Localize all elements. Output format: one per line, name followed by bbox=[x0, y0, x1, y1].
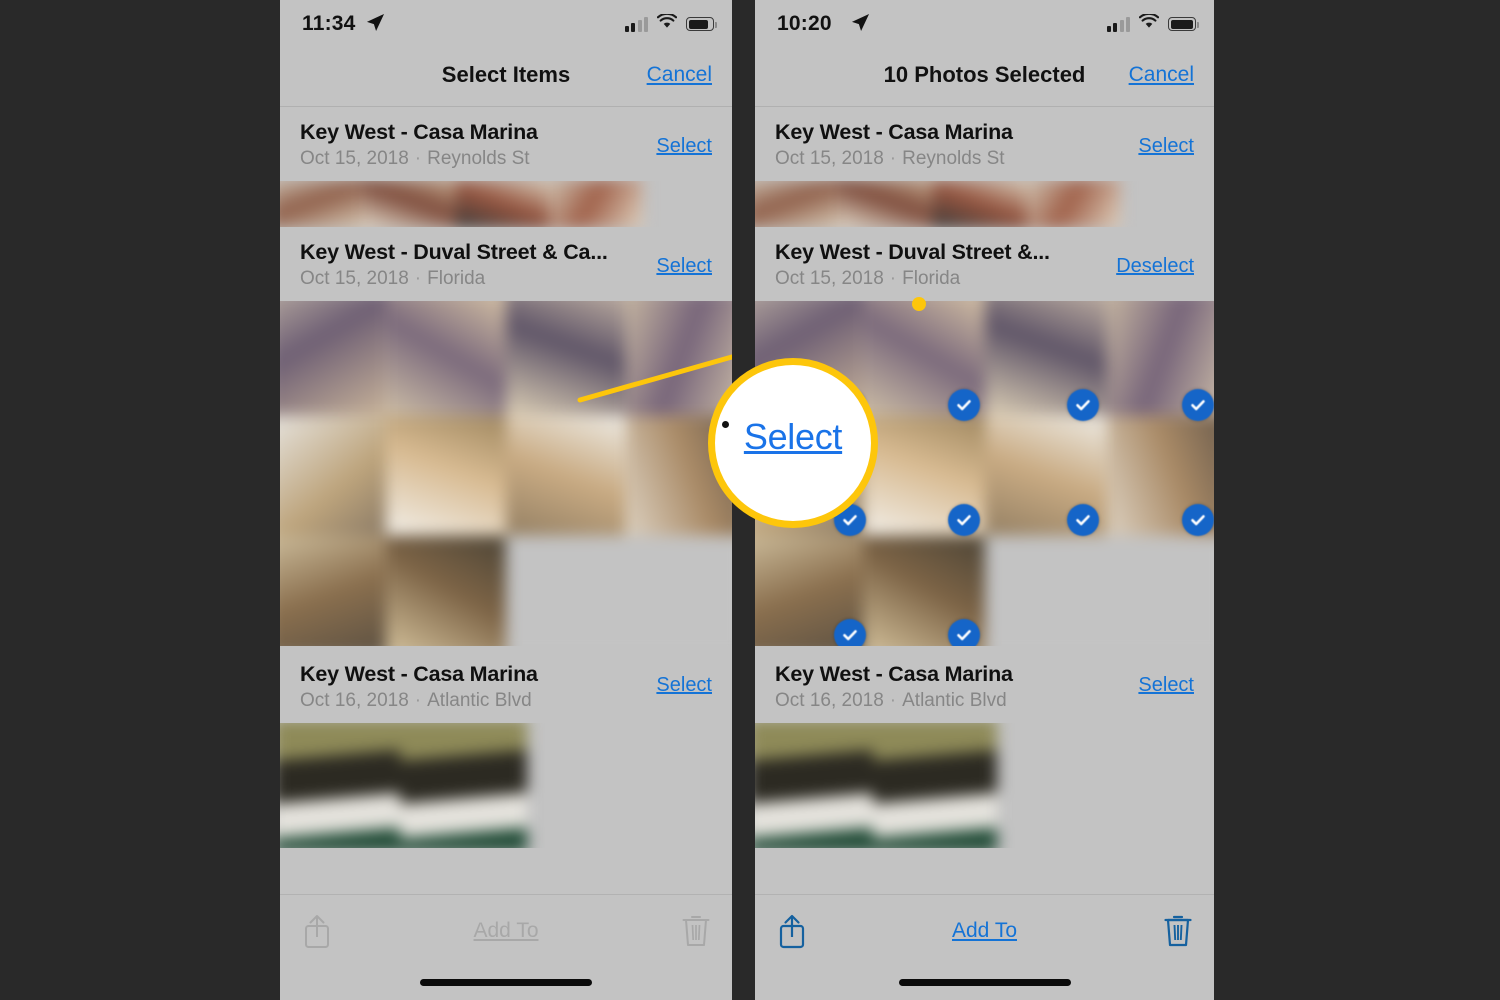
home-indicator bbox=[898, 979, 1071, 986]
moment-header: Key West - Casa Marina Oct 16, 2018 · Atla… bbox=[755, 646, 1214, 723]
moment-date: Oct 16, 2018 bbox=[775, 690, 884, 711]
moment-separator: · bbox=[889, 690, 897, 711]
status-bar-time: 10:20 bbox=[777, 12, 832, 35]
moment-separator: · bbox=[889, 268, 897, 289]
moment-header: Key West - Duval Street & Ca... Oct 15, … bbox=[280, 227, 732, 301]
photo-selected-check-icon[interactable] bbox=[1067, 504, 1099, 536]
moment-place: Florida bbox=[902, 268, 961, 289]
moment-place: Reynolds St bbox=[427, 148, 530, 169]
add-to-button[interactable]: Add To bbox=[755, 919, 1214, 943]
select-moment-button[interactable]: Select bbox=[656, 255, 712, 278]
phone-screenshot-left: 11:34 Select Items Cancel Key West - Cas… bbox=[280, 0, 732, 1000]
photo-selected-check-icon[interactable] bbox=[834, 504, 866, 536]
moment-header: Key West - Casa Marina Oct 15, 2018 · Reyn… bbox=[755, 107, 1214, 181]
photo-selected-check-icon[interactable] bbox=[834, 389, 866, 421]
cancel-button[interactable]: Cancel bbox=[1129, 63, 1194, 87]
moment-header: Key West - Casa Marina Oct 15, 2018 · Reyn… bbox=[280, 107, 732, 181]
select-moment-button[interactable]: Select bbox=[1138, 674, 1194, 697]
location-arrow-icon bbox=[851, 13, 870, 37]
nav-bar: Select Items Cancel bbox=[280, 48, 732, 107]
photo-selected-check-icon[interactable] bbox=[948, 504, 980, 536]
status-bar: 10:20 bbox=[755, 0, 1214, 48]
battery-icon bbox=[686, 17, 717, 31]
moment-separator: · bbox=[414, 690, 422, 711]
moment-separator: · bbox=[414, 268, 422, 289]
moment-date: Oct 15, 2018 bbox=[300, 268, 409, 289]
photo-strip[interactable] bbox=[280, 723, 732, 848]
bottom-toolbar: Add To bbox=[755, 894, 1214, 1000]
nav-bar: 10 Photos Selected Cancel bbox=[755, 48, 1214, 107]
photo-selected-check-icon[interactable] bbox=[948, 389, 980, 421]
photo-grid[interactable] bbox=[280, 301, 732, 646]
wifi-icon bbox=[656, 12, 678, 34]
photo-selected-check-icon[interactable] bbox=[948, 619, 980, 646]
status-bar: 11:34 bbox=[280, 0, 732, 48]
battery-icon bbox=[1168, 17, 1199, 31]
photo-selected-check-icon[interactable] bbox=[1182, 389, 1214, 421]
photo-selected-check-icon[interactable] bbox=[1067, 389, 1099, 421]
moment-place: Atlantic Blvd bbox=[427, 690, 532, 711]
moment-date: Oct 15, 2018 bbox=[775, 148, 884, 169]
moment-date: Oct 16, 2018 bbox=[300, 690, 409, 711]
photo-selected-check-icon[interactable] bbox=[1182, 504, 1214, 536]
moment-place: Florida bbox=[427, 268, 486, 289]
photo-grid[interactable] bbox=[755, 301, 1214, 646]
cancel-button[interactable]: Cancel bbox=[647, 63, 712, 87]
status-bar-indicators bbox=[1106, 12, 1199, 34]
photo-strip[interactable] bbox=[280, 181, 732, 227]
add-to-button[interactable]: Add To bbox=[280, 919, 732, 943]
moment-date: Oct 15, 2018 bbox=[775, 268, 884, 289]
location-arrow-icon bbox=[366, 13, 385, 37]
photo-strip[interactable] bbox=[755, 181, 1214, 227]
home-indicator bbox=[420, 979, 592, 986]
moment-separator: · bbox=[414, 148, 422, 169]
status-bar-time: 11:34 bbox=[302, 12, 356, 35]
cellular-signal-icon bbox=[624, 16, 648, 32]
photo-strip[interactable] bbox=[755, 723, 1214, 848]
trash-icon[interactable] bbox=[682, 913, 710, 952]
moment-place: Reynolds St bbox=[902, 148, 1005, 169]
select-moment-button[interactable]: Select bbox=[656, 135, 712, 158]
moment-place: Atlantic Blvd bbox=[902, 690, 1007, 711]
bottom-toolbar: Add To bbox=[280, 894, 732, 1000]
phone-screenshot-right: 10:20 10 Photos Selected Cancel Key West… bbox=[755, 0, 1214, 1000]
photo-selected-check-icon[interactable] bbox=[834, 619, 866, 646]
cellular-signal-icon bbox=[1106, 16, 1130, 32]
select-moment-button[interactable]: Select bbox=[656, 674, 712, 697]
trash-icon[interactable] bbox=[1164, 913, 1192, 952]
status-bar-indicators bbox=[624, 12, 717, 34]
wifi-icon bbox=[1138, 12, 1160, 34]
moment-date: Oct 15, 2018 bbox=[300, 148, 409, 169]
select-moment-button[interactable]: Select bbox=[1138, 135, 1194, 158]
moment-separator: · bbox=[889, 148, 897, 169]
moment-header: Key West - Casa Marina Oct 16, 2018 · Atla… bbox=[280, 646, 732, 723]
deselect-moment-button[interactable]: Deselect bbox=[1116, 255, 1194, 278]
moment-header: Key West - Duval Street &... Oct 15, 201… bbox=[755, 227, 1214, 301]
screenshot-stage: 11:34 Select Items Cancel Key West - Cas… bbox=[0, 0, 1500, 1000]
